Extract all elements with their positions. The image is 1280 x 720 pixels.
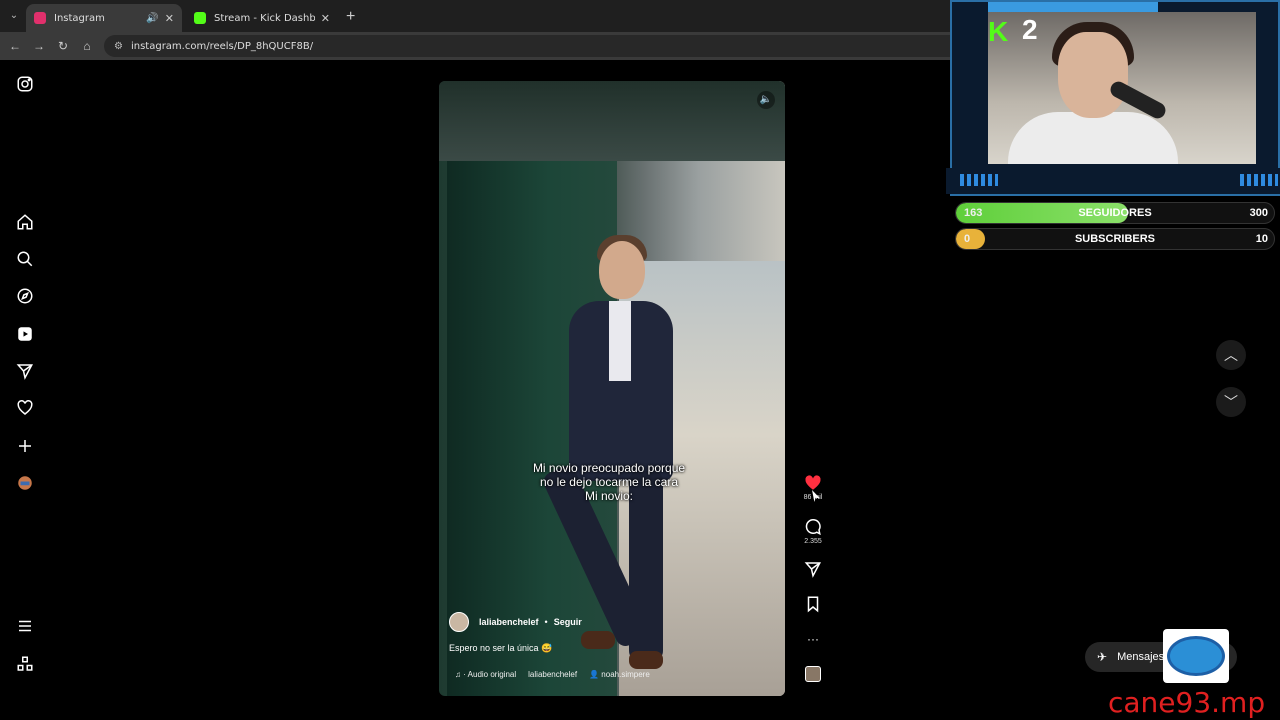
video-background-awning	[439, 81, 785, 161]
notifications-heart-icon[interactable]	[15, 398, 35, 418]
audio-label: Audio original	[467, 670, 517, 679]
music-note-icon: ♫	[455, 670, 461, 679]
like-button[interactable]: 86 mil	[797, 474, 829, 501]
followers-goal-bar: 163 SEGUIDORES 300	[955, 202, 1275, 224]
comment-button[interactable]: 2.355	[797, 518, 829, 545]
site-info-icon[interactable]: ⚙	[114, 41, 123, 52]
audio-link[interactable]: ♫ · Audio original	[455, 670, 516, 679]
tab-audio-icon[interactable]: 🔊	[146, 13, 158, 24]
caption-line: no le dejo tocarme la cara	[539, 475, 679, 489]
subscribers-goal: 10	[1255, 233, 1268, 245]
followers-goal: 300	[1249, 207, 1268, 219]
follow-button[interactable]: Seguir	[554, 617, 582, 627]
url-text: instagram.com/reels/DP_8hQUCF8B/	[130, 40, 314, 52]
separator-dot: •	[544, 617, 548, 627]
channel-watermark: cane93.mp	[1108, 686, 1266, 719]
author-avatar[interactable]	[449, 612, 469, 632]
send-icon	[804, 562, 821, 578]
comment-bubble-icon	[805, 518, 821, 536]
messages-send-icon[interactable]	[15, 361, 35, 381]
reel-description[interactable]: Espero no ser la única 😅	[449, 643, 552, 654]
tab-instagram[interactable]: Instagram 🔊 ✕	[26, 4, 182, 32]
bookmark-icon	[807, 596, 819, 613]
kick-logo-icon: K	[988, 16, 1009, 47]
tab-label: Stream - Kick Dashboard	[214, 12, 315, 24]
level-number: 2	[1022, 14, 1038, 45]
followers-label: SEGUIDORES	[1078, 207, 1152, 219]
audio-thumbnail[interactable]	[805, 666, 821, 682]
previous-reel-chevron-up-icon[interactable]: ︿	[1216, 340, 1246, 370]
tab-close-icon[interactable]: ✕	[321, 12, 330, 25]
author-name[interactable]: laliabenchelef	[479, 617, 539, 627]
next-reel-chevron-down-icon[interactable]: ﹀	[1216, 387, 1246, 417]
reel-video[interactable]: 🔈 Mi novio preocupado porque no le dejo …	[439, 81, 785, 696]
explore-compass-icon[interactable]	[15, 286, 35, 306]
author-row: laliabenchelef • Seguir	[449, 612, 582, 632]
webcam-frame-bottom	[946, 168, 1280, 194]
mute-speaker-icon[interactable]: 🔈	[757, 91, 775, 109]
tab-close-icon[interactable]: ✕	[165, 12, 174, 25]
more-options-icon[interactable]: ···	[797, 630, 829, 648]
instagram-logo-icon[interactable]	[15, 74, 35, 94]
new-tab-plus-icon[interactable]: +	[346, 8, 355, 26]
person-icon: 👤	[589, 670, 600, 679]
address-bar[interactable]: ⚙ instagram.com/reels/DP_8hQUCF8B/	[104, 35, 964, 57]
caption-line: Mi novio:	[584, 489, 634, 503]
also-from-meta-icon[interactable]	[15, 654, 35, 674]
profile-avatar[interactable]	[15, 473, 35, 493]
tab-kick-dashboard[interactable]: Stream - Kick Dashboard ✕	[186, 4, 338, 32]
kick-favicon-icon	[194, 12, 206, 24]
video-caption: Mi novio preocupado porque no le dejo to…	[509, 461, 709, 503]
home-icon[interactable]	[15, 212, 35, 232]
like-count: 86 mil	[803, 494, 823, 501]
reels-icon[interactable]	[15, 324, 35, 344]
tab-search-chevron-icon[interactable]: ⌄	[6, 8, 22, 24]
forward-arrow-icon[interactable]: →	[30, 37, 48, 55]
video-person	[540, 235, 679, 671]
create-plus-icon[interactable]	[15, 436, 35, 456]
instagram-favicon-icon	[34, 12, 46, 24]
heart-filled-icon	[805, 475, 821, 490]
back-arrow-icon[interactable]: ←	[6, 37, 24, 55]
caption-line: Mi novio preocupado porque	[532, 461, 686, 475]
share-button[interactable]	[797, 560, 829, 578]
audio-author[interactable]: laliabenchelef	[528, 670, 577, 679]
frame-top-bar	[988, 2, 1158, 12]
messages-send-icon: ✈	[1097, 650, 1108, 664]
home-icon[interactable]: ⌂	[78, 37, 96, 55]
comment-count: 2.355	[804, 538, 822, 545]
subscribers-goal-bar: 0 SUBSCRIBERS 10	[955, 228, 1275, 250]
tagged-user[interactable]: 👤 noah.simpere	[589, 670, 650, 679]
more-menu-icon[interactable]	[15, 616, 35, 636]
subscribers-label: SUBSCRIBERS	[1074, 233, 1156, 245]
mercadopago-logo	[1163, 629, 1229, 683]
tagged-user-name: noah.simpere	[601, 670, 650, 679]
audio-row: ♫ · Audio original laliabenchelef 👤 noah…	[455, 670, 650, 679]
search-icon[interactable]	[15, 249, 35, 269]
reload-icon[interactable]: ↻	[54, 37, 72, 55]
messages-label: Mensajes	[1117, 651, 1165, 663]
instagram-sidebar	[0, 60, 50, 700]
tab-label: Instagram	[54, 12, 105, 24]
save-button[interactable]	[797, 595, 829, 613]
